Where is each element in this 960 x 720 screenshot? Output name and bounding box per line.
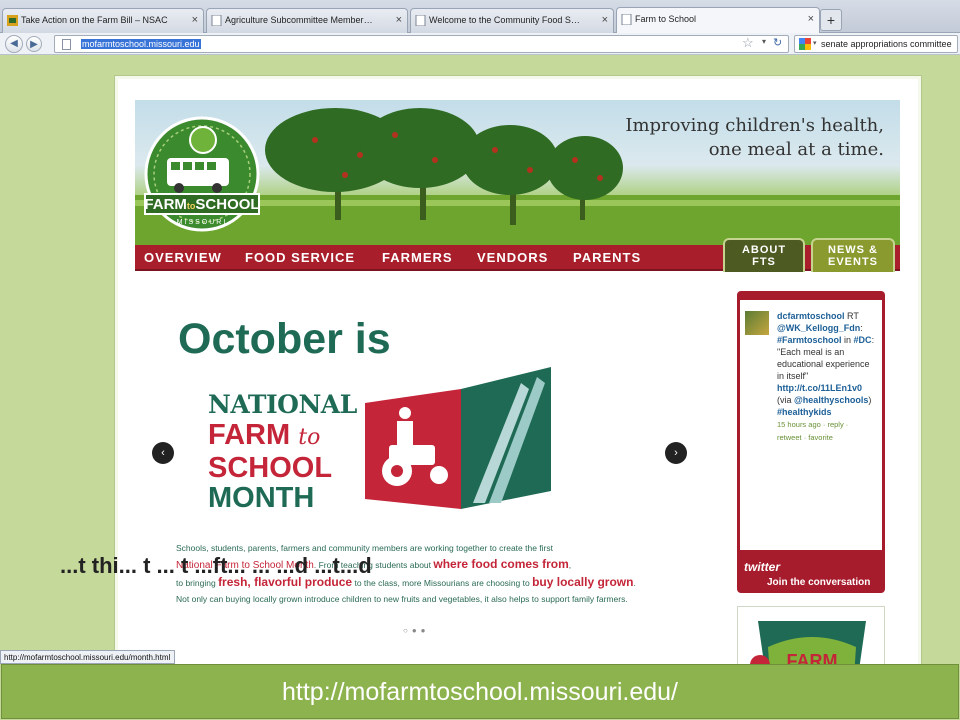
- nav-vendors[interactable]: VENDORS: [477, 250, 548, 265]
- site-tagline: Improving children's health, one meal at…: [625, 114, 884, 162]
- tweet-favorite[interactable]: · favorite: [802, 433, 833, 442]
- slide-next-arrow-icon[interactable]: ›: [665, 442, 687, 464]
- nav-food-service[interactable]: FOOD SERVICE: [245, 250, 355, 265]
- nav-overview[interactable]: OVERVIEW: [144, 250, 222, 265]
- tweet-link[interactable]: http://t.co/11LEn1v0: [777, 383, 862, 393]
- tab-strip: Take Action on the Farm Bill – NSAC × Ag…: [0, 0, 960, 34]
- tweet: dcfarmtoschool RT @WK_Kellogg_Fdn: #Farm…: [777, 311, 875, 442]
- nfs-line1: NATIONAL: [208, 390, 357, 419]
- nfs-month-wordmark[interactable]: NATIONAL FARM to SCHOOL MONTH: [208, 390, 357, 513]
- avatar[interactable]: [745, 311, 769, 335]
- url-text: mofarmtoschool.missouri.edu: [81, 39, 201, 49]
- tab-label: Welcome to the Community Food Securit...: [429, 15, 583, 25]
- back-button[interactable]: ◀: [5, 35, 23, 53]
- google-icon: [799, 38, 811, 50]
- tab-close-icon[interactable]: ×: [602, 14, 608, 26]
- tab-close-icon[interactable]: ×: [192, 14, 198, 26]
- nav-parents[interactable]: PARENTS: [573, 250, 641, 265]
- navigation-toolbar: ◀ ▶ mofarmtoschool.missouri.edu ☆ ▾ ↻ ▾ …: [0, 33, 960, 55]
- tweet-mention[interactable]: @healthyschools: [794, 395, 868, 405]
- search-engine-dropdown-icon[interactable]: ▾: [813, 39, 817, 47]
- page-icon: [621, 14, 632, 25]
- tweet-retweet[interactable]: retweet: [777, 433, 802, 442]
- search-query: senate appropriations committee: [821, 39, 952, 49]
- tagline-line-2: one meal at a time.: [708, 139, 884, 160]
- forward-button[interactable]: ▶: [26, 36, 42, 52]
- tab-label: Take Action on the Farm Bill – NSAC: [21, 15, 168, 25]
- slide-caption: http://mofarmtoschool.missouri.edu/: [1, 664, 959, 719]
- address-bar[interactable]: mofarmtoschool.missouri.edu: [54, 35, 789, 53]
- page-icon: [415, 15, 426, 26]
- tab-nsac[interactable]: Take Action on the Farm Bill – NSAC ×: [2, 8, 204, 33]
- tweet-mention[interactable]: @WK_Kellogg_Fdn: [777, 323, 860, 333]
- tweet-hashtag[interactable]: #healthykids: [777, 407, 832, 417]
- website: Improving children's health, one meal at…: [135, 100, 900, 686]
- tab-about-line1: ABOUT: [741, 244, 787, 256]
- tab-news-line2: EVENTS: [827, 256, 878, 268]
- tweet-hashtag[interactable]: #DC: [854, 335, 872, 345]
- book-tractor-illustration: [365, 367, 551, 509]
- tweet-time[interactable]: 15 hours ago: [777, 420, 821, 429]
- twitter-logo[interactable]: twitter: [744, 560, 780, 574]
- nav-farmers[interactable]: FARMERS: [382, 250, 453, 265]
- url-dropdown-icon[interactable]: ▾: [762, 37, 766, 46]
- tweet-hashtag[interactable]: #Farmtoschool: [777, 335, 842, 345]
- slide-prev-arrow-icon[interactable]: ‹: [152, 442, 174, 464]
- slide-body-line4: Not only can buying locally grown introd…: [176, 594, 628, 604]
- nfs-line3: SCHOOL: [208, 452, 333, 484]
- tab-agriculture-subcommittee[interactable]: Agriculture Subcommittee Members | Co...…: [206, 8, 408, 33]
- twitter-widget: dcfarmtoschool RT @WK_Kellogg_Fdn: #Farm…: [737, 291, 885, 593]
- logo-state: MISSOURI: [177, 219, 228, 226]
- nfs-line2: FARM to: [208, 419, 321, 451]
- tab-close-icon[interactable]: ×: [396, 14, 402, 26]
- page-icon: [62, 39, 71, 50]
- tab-news-line1: NEWS &: [828, 244, 878, 256]
- site-header: Improving children's health, one meal at…: [135, 100, 900, 245]
- tab-about-fts[interactable]: ABOUT FTS: [723, 238, 805, 272]
- new-tab-button[interactable]: +: [820, 9, 842, 31]
- tagline-line-1: Improving children's health,: [625, 115, 884, 136]
- tab-about-line2: FTS: [752, 256, 776, 268]
- slide-pagination-dots[interactable]: ○●●: [403, 626, 430, 635]
- reload-icon[interactable]: ↻: [773, 36, 782, 49]
- tweet-reply[interactable]: · reply ·: [821, 420, 848, 429]
- tab-label: Farm to School: [635, 14, 697, 24]
- slide-headline: October is: [178, 315, 391, 363]
- tab-close-icon[interactable]: ×: [808, 13, 814, 25]
- join-conversation-link[interactable]: Join the conversation: [767, 577, 870, 588]
- featured-slideshow: October is NATIONAL FARM to SCHOOL MONTH…: [135, 273, 710, 653]
- partial-heading: ...t thi... t ... t ...ft... ... ...d ..…: [60, 553, 372, 578]
- nfs-line4: MONTH: [208, 482, 315, 514]
- tweet-user[interactable]: dcfarmtoschool: [777, 311, 845, 321]
- nsac-favicon-icon: [7, 15, 18, 26]
- logo-text: FARMtoSCHOOL: [144, 196, 259, 213]
- tab-community-food-security[interactable]: Welcome to the Community Food Securit...…: [410, 8, 614, 33]
- tweet-list: dcfarmtoschool RT @WK_Kellogg_Fdn: #Farm…: [740, 300, 882, 550]
- page-icon: [211, 15, 222, 26]
- tab-label: Agriculture Subcommittee Members | Co...: [225, 15, 377, 25]
- search-input[interactable]: ▾ senate appropriations committee: [794, 35, 958, 53]
- bookmark-star-icon[interactable]: ☆: [742, 35, 754, 51]
- tab-farm-to-school[interactable]: Farm to School ×: [616, 7, 820, 34]
- status-url: http://mofarmtoschool.missouri.edu/month…: [0, 650, 176, 664]
- tab-news-events[interactable]: NEWS & EVENTS: [811, 238, 895, 272]
- farm-to-school-logo[interactable]: FARMtoSCHOOL MISSOURI: [143, 112, 261, 236]
